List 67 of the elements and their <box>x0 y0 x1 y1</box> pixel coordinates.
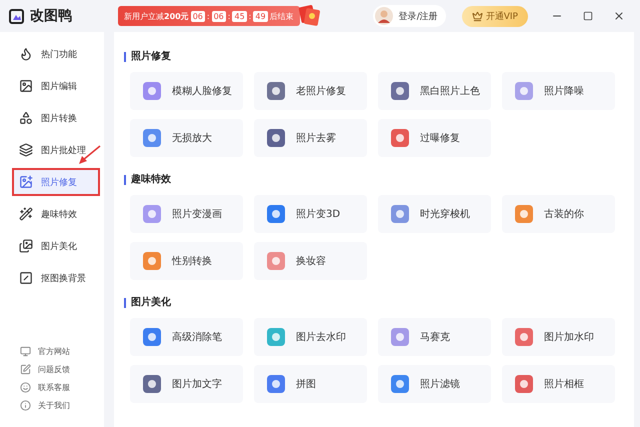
tool-card[interactable]: 照片变3D <box>254 195 367 233</box>
tool-card[interactable]: 照片滤镜 <box>378 365 491 403</box>
tool-card[interactable]: 图片去水印 <box>254 318 367 356</box>
sidebar-item[interactable]: 趣味特效 <box>12 200 100 228</box>
tool-card[interactable]: 古装的你 <box>502 195 615 233</box>
shapes-icon <box>19 111 33 125</box>
close-icon[interactable] <box>613 10 625 22</box>
tool-card[interactable]: 无损放大 <box>130 119 243 157</box>
image-icon <box>19 175 33 189</box>
countdown-digit: 06 <box>212 10 226 22</box>
square-slash-icon <box>19 271 33 285</box>
promo-banner[interactable]: 新用户立减200元 06 : 06 : 45 : 49 后结束 <box>118 6 300 26</box>
app-name: 改图鸭 <box>30 7 72 25</box>
smiley-icon <box>20 382 31 393</box>
tool-card[interactable]: 高级消除笔 <box>130 318 243 356</box>
tool-card[interactable]: 马赛克 <box>378 318 491 356</box>
section-title: 图片美化 <box>124 298 622 308</box>
image-icon <box>19 79 33 93</box>
countdown-digit: 49 <box>253 10 268 22</box>
sidebar-item[interactable]: 图片美化 <box>12 232 100 260</box>
tool-card[interactable]: 图片加文字 <box>130 365 243 403</box>
wand-icon <box>19 207 33 221</box>
countdown-separator: : <box>248 12 252 20</box>
logo-icon <box>8 7 26 25</box>
images-icon <box>19 239 33 253</box>
sidebar-link[interactable]: 官方网站 <box>20 346 104 357</box>
sidebar-link[interactable]: 联系客服 <box>20 382 104 393</box>
sidebar-item[interactable]: 图片编辑 <box>12 72 100 100</box>
monitor-icon <box>20 346 31 357</box>
countdown-separator: : <box>228 12 230 20</box>
tool-card[interactable]: 过曝修复 <box>378 119 491 157</box>
sidebar-item[interactable]: 图片转换 <box>12 104 100 132</box>
countdown-separator: : <box>206 12 210 20</box>
section-title: 趣味特效 <box>124 175 622 185</box>
vip-button[interactable]: 开通VIP <box>462 6 528 26</box>
promo-text: 新用户立减200元 <box>124 10 189 22</box>
tool-card[interactable]: 老照片修复 <box>254 72 367 110</box>
layers-icon <box>19 143 33 157</box>
maximize-icon[interactable] <box>583 11 593 21</box>
tool-card[interactable]: 模糊人脸修复 <box>130 72 243 110</box>
sidebar-item[interactable]: 图片批处理 <box>12 136 100 164</box>
crown-icon <box>472 10 483 22</box>
tool-card[interactable]: 照片降噪 <box>502 72 615 110</box>
sidebar-item[interactable]: 照片修复 <box>12 168 100 196</box>
tool-card[interactable]: 性别转换 <box>130 242 243 280</box>
tool-card[interactable]: 图片加水印 <box>502 318 615 356</box>
countdown-digit: 45 <box>232 10 247 22</box>
tool-card[interactable]: 时光穿梭机 <box>378 195 491 233</box>
countdown-digit: 06 <box>190 10 205 22</box>
avatar-icon <box>374 7 393 25</box>
annotation-arrow <box>76 144 102 166</box>
promo-suffix: 后结束 <box>270 10 294 22</box>
tool-card[interactable]: 照片相框 <box>502 365 615 403</box>
tool-card[interactable]: 黑白照片上色 <box>378 72 491 110</box>
sidebar-link[interactable]: 关于我们 <box>20 400 104 411</box>
tool-card[interactable]: 换妆容 <box>254 242 367 280</box>
tool-card[interactable]: 照片去雾 <box>254 119 367 157</box>
tool-card[interactable]: 拼图 <box>254 365 367 403</box>
tool-card[interactable]: 照片变漫画 <box>130 195 243 233</box>
sidebar-item[interactable]: 抠图换背景 <box>12 264 100 292</box>
sidebar-item[interactable]: 热门功能 <box>12 40 100 68</box>
edit-icon <box>20 364 31 375</box>
login-button[interactable]: 登录/注册 <box>372 5 446 27</box>
flame-icon <box>19 47 33 61</box>
section-title: 照片修复 <box>124 52 622 62</box>
sidebar-link[interactable]: 问题反馈 <box>20 364 104 375</box>
info-icon <box>20 400 31 411</box>
